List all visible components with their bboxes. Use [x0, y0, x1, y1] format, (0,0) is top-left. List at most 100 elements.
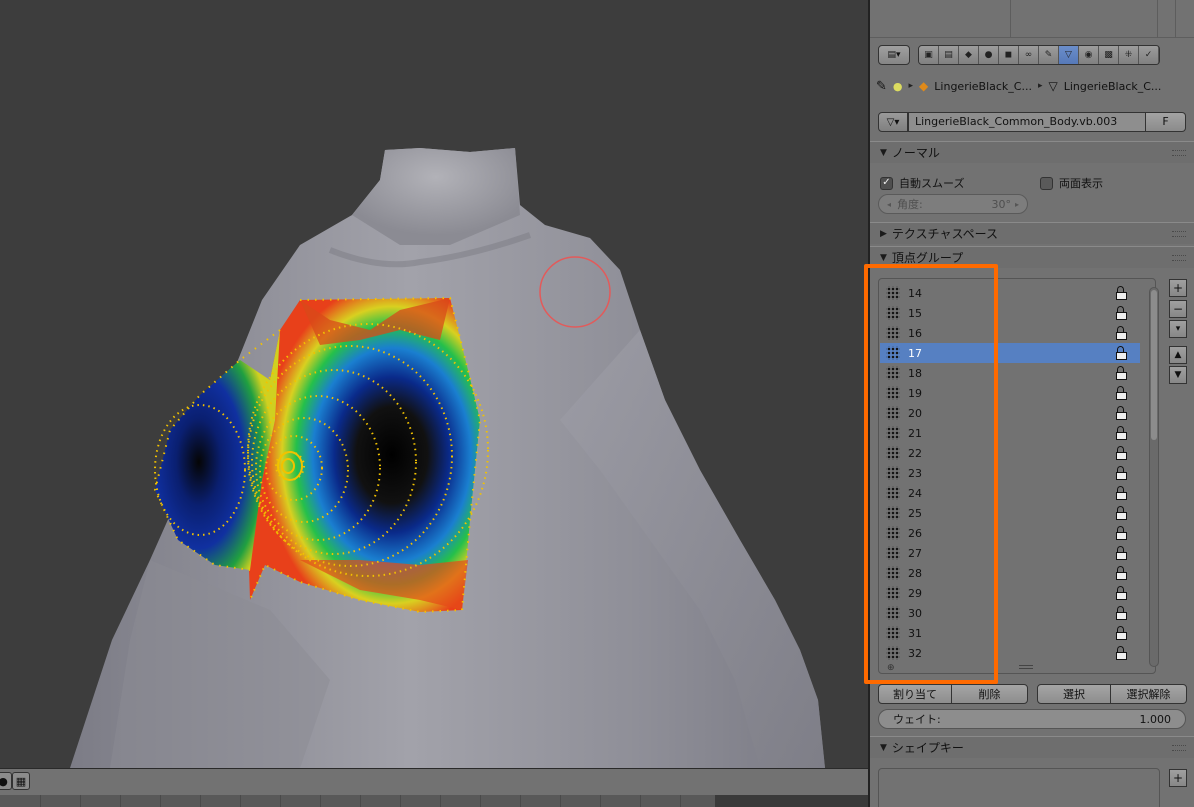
assign-button[interactable]: 割り当て: [878, 684, 952, 704]
breadcrumb-object[interactable]: LingerieBlack_C...: [934, 80, 1032, 93]
shape-keys-panel-title: シェイプキー: [891, 741, 964, 755]
breadcrumb-mesh[interactable]: LingerieBlack_C...: [1064, 80, 1162, 93]
shape-key-list[interactable]: [878, 768, 1160, 807]
3d-viewport[interactable]: [0, 0, 868, 768]
mesh-data-icon: ▽: [1048, 79, 1058, 93]
lock-icon[interactable]: [1116, 446, 1128, 460]
texture-space-panel-title: テクスチャスペース: [891, 227, 999, 241]
expand-triangle-icon: ▼: [880, 147, 887, 158]
auto-smooth-label: 自動スムーズ: [899, 177, 965, 190]
breadcrumb-separator: ▸: [908, 81, 914, 91]
keyframe-icon[interactable]: ●: [0, 772, 12, 790]
properties-context-row: ▤▾ ▣ ▤ ◆ ● ◼ ∞ ✎ ▽ ◉ ▩ ⁜ ✓: [870, 40, 1194, 70]
lock-icon[interactable]: [1116, 526, 1128, 540]
collapsed-triangle-icon: ▶: [880, 228, 887, 239]
physics-tab-icon[interactable]: ✓: [1139, 46, 1159, 64]
constraints-tab-icon[interactable]: ∞: [1019, 46, 1039, 64]
object-tab-icon[interactable]: ◼: [999, 46, 1019, 64]
breadcrumb-separator: ▸: [1037, 81, 1043, 91]
increment-arrow-icon[interactable]: ▸: [1015, 200, 1019, 209]
lock-icon[interactable]: [1116, 486, 1128, 500]
mesh-name-field[interactable]: LingerieBlack_Common_Body.vb.003: [908, 112, 1146, 132]
shape-keys-panel-header[interactable]: ▼ シェイプキー: [870, 736, 1194, 758]
lock-icon[interactable]: [1116, 646, 1128, 660]
normals-panel-title: ノーマル: [891, 146, 940, 160]
weight-value: 1.000: [1139, 712, 1172, 726]
timeline-area: ● ▦: [0, 768, 868, 807]
lock-icon[interactable]: [1116, 386, 1128, 400]
lock-icon[interactable]: [1116, 606, 1128, 620]
texture-space-panel-header[interactable]: ▶ テクスチャスペース: [870, 222, 1194, 244]
lock-icon[interactable]: [1116, 406, 1128, 420]
angle-label: 角度:: [897, 198, 923, 211]
mesh-datablock-row: ▽▾ LingerieBlack_Common_Body.vb.003 F: [878, 112, 1186, 132]
lock-icon[interactable]: [1116, 306, 1128, 320]
lock-icon[interactable]: [1116, 366, 1128, 380]
lock-icon[interactable]: [1116, 286, 1128, 300]
panel-grip-icon[interactable]: [1172, 231, 1186, 237]
texture-tab-icon[interactable]: ▩: [1099, 46, 1119, 64]
lock-icon[interactable]: [1116, 506, 1128, 520]
panel-grip-icon[interactable]: [1172, 745, 1186, 751]
remove-vertex-group-button[interactable]: −: [1169, 300, 1187, 318]
material-tab-icon[interactable]: ◉: [1079, 46, 1099, 64]
normals-panel-header[interactable]: ▼ ノーマル: [870, 141, 1194, 163]
lock-icon[interactable]: [1116, 346, 1128, 360]
blender-window: ● ▦ ▤▾ ▣ ▤ ◆ ● ◼ ∞ ✎ ▽ ◉ ▩ ⁜ ✓ ✎ ● ▸ ◆ L…: [0, 0, 1194, 807]
lock-icon[interactable]: [1116, 466, 1128, 480]
render-tab-icon[interactable]: ▣: [919, 46, 939, 64]
fake-user-button[interactable]: F: [1146, 112, 1186, 132]
decrement-arrow-icon[interactable]: ◂: [887, 200, 891, 209]
modifiers-tab-icon[interactable]: ✎: [1039, 46, 1059, 64]
deselect-button[interactable]: 選択解除: [1110, 684, 1187, 704]
clapper-icon[interactable]: ▦: [12, 772, 30, 790]
add-shape-key-button[interactable]: +: [1169, 769, 1187, 787]
viewport-scene: [70, 148, 825, 768]
pin-icon[interactable]: ✎: [876, 79, 887, 94]
angle-value: 30°: [991, 197, 1011, 211]
lock-icon[interactable]: [1116, 426, 1128, 440]
particles-tab-icon[interactable]: ⁜: [1119, 46, 1139, 64]
object-cube-icon: ◆: [919, 79, 929, 93]
world-tab-icon[interactable]: ●: [979, 46, 999, 64]
lock-icon[interactable]: [1116, 626, 1128, 640]
list-resize-grip[interactable]: [1019, 665, 1033, 669]
panel-grip-icon[interactable]: [1172, 255, 1186, 261]
move-up-button[interactable]: ▲: [1169, 346, 1187, 364]
add-vertex-group-button[interactable]: +: [1169, 279, 1187, 297]
editor-type-button[interactable]: ▤▾: [878, 45, 910, 65]
expand-triangle-icon: ▼: [880, 252, 887, 263]
mesh-browse-button[interactable]: ▽▾: [878, 112, 908, 132]
render-layers-tab-icon[interactable]: ▤: [939, 46, 959, 64]
double-sided-checkbox[interactable]: [1040, 176, 1053, 190]
mesh-data-tab-icon[interactable]: ▽: [1059, 46, 1079, 64]
scene-tab-icon[interactable]: ◆: [959, 46, 979, 64]
double-sided-label: 両面表示: [1059, 177, 1103, 190]
weight-label: ウェイト:: [893, 713, 941, 726]
timeline-header: [0, 769, 868, 793]
lock-icon[interactable]: [1116, 566, 1128, 580]
scrollbar-thumb[interactable]: [1151, 290, 1157, 440]
lock-icon[interactable]: [1116, 326, 1128, 340]
auto-smooth-angle-field[interactable]: ◂ 角度: 30° ▸: [878, 194, 1028, 214]
lock-icon[interactable]: [1116, 586, 1128, 600]
auto-smooth-row[interactable]: ✓ 自動スムーズ: [880, 175, 964, 191]
panel-grip-icon[interactable]: [1172, 150, 1186, 156]
timeline-range-end: [715, 795, 868, 807]
vertex-group-specials-button[interactable]: ▾: [1169, 320, 1187, 338]
annotation-highlight-box: [864, 264, 998, 684]
remove-from-group-button[interactable]: 削除: [951, 684, 1028, 704]
breadcrumb: ✎ ● ▸ ◆ LingerieBlack_C... ▸ ▽ LingerieB…: [876, 76, 1161, 96]
weight-field[interactable]: ウェイト: 1.000: [878, 709, 1186, 729]
vertex-group-scrollbar[interactable]: [1149, 287, 1159, 667]
select-button[interactable]: 選択: [1037, 684, 1111, 704]
lock-icon[interactable]: [1116, 546, 1128, 560]
move-down-button[interactable]: ▼: [1169, 366, 1187, 384]
double-sided-row[interactable]: 両面表示: [1040, 175, 1103, 191]
outliner-stub: [870, 0, 1194, 38]
auto-smooth-checkbox[interactable]: ✓: [880, 176, 893, 190]
timeline-ruler[interactable]: [0, 795, 868, 807]
expand-triangle-icon: ▼: [880, 742, 887, 753]
context-tabs: ▣ ▤ ◆ ● ◼ ∞ ✎ ▽ ◉ ▩ ⁜ ✓: [918, 45, 1160, 65]
scene-link-icon: ●: [892, 79, 903, 93]
